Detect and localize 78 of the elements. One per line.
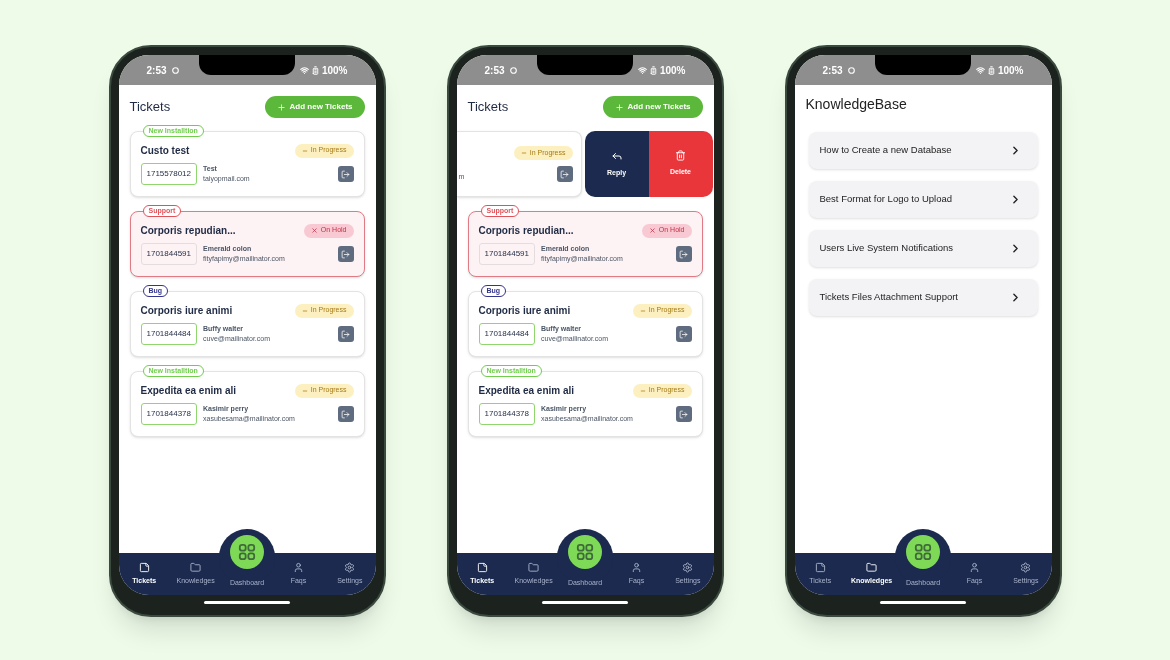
- grid-icon: [914, 543, 932, 561]
- article-item[interactable]: How to Create a new Database: [808, 132, 1038, 169]
- dash-icon: [301, 307, 308, 314]
- ticket-number: 1701844591: [478, 243, 535, 265]
- person-icon: [292, 561, 304, 573]
- exit-icon: [341, 169, 350, 179]
- settings-icon: [1020, 561, 1032, 573]
- grid-icon: [238, 543, 256, 561]
- ticket-number: 1701844378: [140, 403, 197, 425]
- page-title: Tickets: [467, 98, 509, 117]
- page-title: KnowledgeBase: [805, 95, 908, 114]
- ticket-number: 1701844484: [140, 323, 197, 345]
- ticket-number: 1715578012: [140, 163, 197, 185]
- dash-icon: [639, 307, 646, 314]
- exit-icon: [341, 249, 350, 259]
- open-ticket-button[interactable]: [337, 166, 354, 182]
- open-ticket-button[interactable]: [337, 326, 354, 342]
- settings-icon: [682, 561, 694, 573]
- exit-icon: [341, 329, 350, 339]
- ticket-title: Corporis repudian...: [478, 224, 574, 238]
- open-ticket-button[interactable]: [675, 246, 692, 262]
- ticket-title: Corporis iure animi: [140, 304, 233, 318]
- wifi-icon: [299, 65, 309, 75]
- status-circle-icon: [847, 66, 855, 74]
- plus-icon: [276, 102, 286, 112]
- wifi-icon: [975, 65, 985, 75]
- note-icon: [476, 561, 488, 573]
- article-item[interactable]: Users Live System Notifications: [808, 230, 1038, 267]
- open-ticket-button[interactable]: [675, 406, 692, 422]
- dash-icon: [639, 387, 646, 394]
- battery-level: 100%: [659, 63, 686, 78]
- dash-icon: [520, 150, 527, 156]
- exit-icon: [679, 249, 688, 259]
- status-circle-icon: [171, 66, 179, 74]
- ticket-number: 1701844484: [478, 323, 535, 345]
- ticket-title: Expedita ea enim ali: [140, 384, 237, 398]
- dash-icon: [301, 387, 308, 394]
- ticket-number: 1701844591: [140, 243, 197, 265]
- battery-icon: [986, 65, 996, 75]
- folder-icon: [866, 561, 878, 573]
- ticket-title: Expedita ea enim ali: [478, 384, 575, 398]
- status-time: 2:53: [146, 63, 167, 78]
- exit-icon: [679, 329, 688, 339]
- ticket-title: Corporis iure animi: [478, 304, 571, 318]
- plus-icon: [614, 102, 624, 112]
- status-circle-icon: [509, 66, 517, 74]
- battery-level: 100%: [321, 63, 348, 78]
- person-icon: [630, 561, 642, 573]
- article-item[interactable]: Best Format for Logo to Upload: [808, 181, 1038, 218]
- battery-icon: [648, 65, 658, 75]
- settings-icon: [344, 561, 356, 573]
- grid-icon: [576, 543, 594, 561]
- exit-icon: [560, 169, 569, 179]
- folder-icon: [190, 561, 202, 573]
- open-ticket-button[interactable]: [675, 326, 692, 342]
- open-ticket-button[interactable]: [337, 406, 354, 422]
- trash-icon: [675, 150, 686, 162]
- note-icon: [814, 561, 826, 573]
- battery-level: 100%: [997, 63, 1024, 78]
- folder-icon: [528, 561, 540, 573]
- person-icon: [968, 561, 980, 573]
- open-ticket-button[interactable]: [337, 246, 354, 262]
- ticket-title: Custo test: [140, 144, 190, 158]
- wifi-icon: [637, 65, 647, 75]
- exit-icon: [679, 409, 688, 419]
- article-item[interactable]: Tickets Files Attachment Support: [808, 279, 1038, 316]
- status-time: 2:53: [822, 63, 843, 78]
- note-icon: [138, 561, 150, 573]
- cross-icon: [648, 227, 656, 234]
- page-title: Tickets: [129, 98, 171, 117]
- dash-icon: [301, 147, 308, 154]
- status-time: 2:53: [484, 63, 505, 78]
- cross-icon: [310, 227, 318, 234]
- battery-icon: [310, 65, 320, 75]
- ticket-number: 1701844378: [478, 403, 535, 425]
- exit-icon: [341, 409, 350, 419]
- open-ticket-button[interactable]: [556, 166, 573, 182]
- ticket-title: Corporis repudian...: [140, 224, 236, 238]
